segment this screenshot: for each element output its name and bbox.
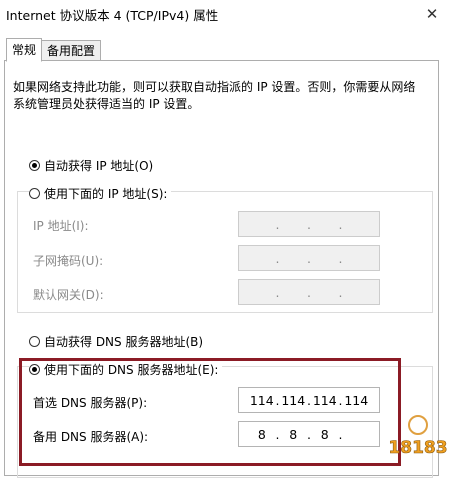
window-title: Internet 协议版本 4 (TCP/IPv4) 属性 [6,8,219,23]
close-icon: ✕ [425,5,439,23]
description-text: 如果网络支持此功能，则可以获取自动指派的 IP 设置。否则，你需要从网络系统管理… [13,80,416,111]
auto-ip-label: 自动获得 IP 地址(O) [44,159,154,173]
highlight-annotation [19,358,401,466]
subnet-mask-input[interactable]: . . . [238,245,380,271]
auto-ip-radio[interactable]: 自动获得 IP 地址(O) [29,157,153,174]
auto-dns-label: 自动获得 DNS 服务器地址(B) [44,335,204,349]
title-bar: Internet 协议版本 4 (TCP/IPv4) 属性 ✕ [0,0,449,30]
auto-dns-radio[interactable]: 自动获得 DNS 服务器地址(B) [29,333,203,350]
ip-address-input[interactable]: . . . [238,211,380,237]
manual-ip-radio[interactable]: 使用下面的 IP 地址(S): [29,185,172,202]
ip-address-label: IP 地址(I): [33,219,89,233]
default-gateway-input[interactable]: . . . [238,279,380,305]
close-button[interactable]: ✕ [419,2,445,26]
subnet-mask-label: 子网掩码(U): [33,254,104,268]
watermark-text: 18183 [388,438,447,458]
tab-alternate-config[interactable]: 备用配置 [41,40,102,62]
tab-general[interactable]: 常规 [6,38,43,62]
sun-icon [408,415,428,435]
watermark-logo: 18183 [388,415,448,458]
radio-unchecked-icon [29,336,40,347]
default-gateway-label: 默认网关(D): [33,288,104,302]
radio-unchecked-icon [29,188,40,199]
radio-checked-icon [29,160,40,171]
manual-ip-label: 使用下面的 IP 地址(S): [44,187,168,201]
tab-strip: 常规 备用配置 [6,38,102,62]
